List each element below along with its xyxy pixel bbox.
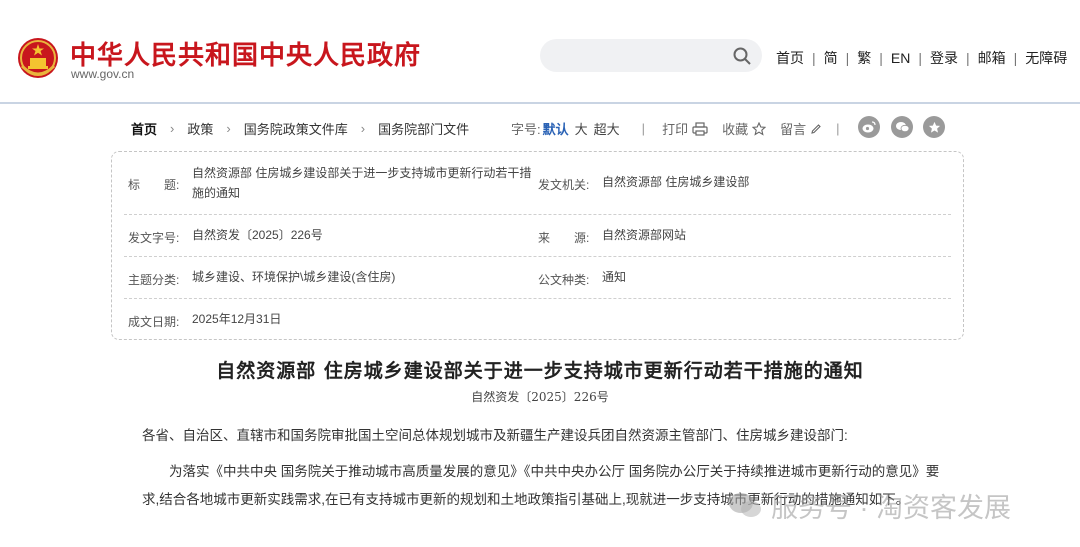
breadcrumb-home[interactable]: 首页 xyxy=(131,119,157,138)
issuer-label: 发文机关: xyxy=(538,178,590,192)
favorite-button[interactable]: 收藏 xyxy=(722,119,767,138)
topic-label: 主题分类: xyxy=(128,273,180,287)
nav-login[interactable]: 登录 xyxy=(930,48,958,68)
nav-divider: | xyxy=(918,50,923,66)
nav-home[interactable]: 首页 xyxy=(776,48,804,68)
nav-traditional[interactable]: 繁 xyxy=(857,48,871,68)
type-label: 公文种类: xyxy=(538,273,590,287)
printer-icon xyxy=(692,121,708,136)
document-number: 自然资发〔2025〕226号 xyxy=(471,390,609,404)
top-nav: 首页 | 简 | 繁 | EN | 登录 | 邮箱 | 无障碍 xyxy=(776,48,1067,68)
chevron-right-icon: › xyxy=(360,121,366,136)
breadcrumb: 首页 › 政策 › 国务院政策文件库 › 国务院部门文件 xyxy=(131,119,469,138)
info-row-docno: 发文字号: 自然资发〔2025〕226号 来 源: 自然资源部网站 xyxy=(124,215,951,257)
info-row-title: 标 题: 自然资源部 住房城乡建设部关于进一步支持城市更新行动若干措施的通知 发… xyxy=(124,158,951,215)
site-header: 中华人民共和国中央人民政府 www.gov.cn 首页 | 简 | 繁 | EN… xyxy=(0,0,1080,104)
comment-button[interactable]: 留言 xyxy=(780,119,822,138)
title-value: 自然资源部 住房城乡建设部关于进一步支持城市更新行动若干措施的通知 xyxy=(192,166,532,200)
nav-mail[interactable]: 邮箱 xyxy=(978,48,1006,68)
font-size-xlarge[interactable]: 超大 xyxy=(594,119,620,138)
date-label: 成文日期: xyxy=(128,315,180,329)
pencil-icon xyxy=(811,123,821,134)
nav-accessibility[interactable]: 无障碍 xyxy=(1025,48,1067,68)
favorite-label: 收藏 xyxy=(722,122,749,137)
document-info-table: 标 题: 自然资源部 住房城乡建设部关于进一步支持城市更新行动若干措施的通知 发… xyxy=(111,151,964,340)
watermark-text: 服务号 · 淘资客发展 xyxy=(771,493,1011,523)
docno-value: 自然资发〔2025〕226号 xyxy=(192,228,323,242)
issuer-value: 自然资源部 住房城乡建设部 xyxy=(602,175,750,189)
docno-label: 发文字号: xyxy=(128,231,180,245)
nav-divider: | xyxy=(1013,50,1018,66)
font-size-label: 字号: xyxy=(511,122,541,137)
wechat-share-icon[interactable] xyxy=(891,116,913,138)
breadcrumb-department-docs[interactable]: 国务院部门文件 xyxy=(378,119,469,138)
topic-value: 城乡建设、环境保护\城乡建设(含住房) xyxy=(192,270,396,284)
print-label: 打印 xyxy=(662,122,689,137)
info-row-topic: 主题分类: 城乡建设、环境保护\城乡建设(含住房) 公文种类: 通知 xyxy=(124,257,951,299)
chevron-right-icon: › xyxy=(170,121,175,136)
nav-english[interactable]: EN xyxy=(891,50,910,66)
type-value: 通知 xyxy=(602,270,627,284)
page-toolbar: 字号: 默认 大 超大 | 打印 收藏 留言 | xyxy=(511,119,858,138)
wechat-watermark-icon xyxy=(729,492,761,517)
source-value: 自然资源部网站 xyxy=(602,228,687,242)
print-button[interactable]: 打印 xyxy=(662,119,708,138)
info-row-date: 成文日期: 2025年12月31日 xyxy=(124,299,951,339)
font-size-large[interactable]: 大 xyxy=(575,119,588,138)
watermark: 服务号 · 淘资客发展 xyxy=(727,486,1011,525)
weibo-share-icon[interactable] xyxy=(858,116,880,138)
search-icon[interactable] xyxy=(732,46,752,66)
breadcrumb-policy[interactable]: 政策 xyxy=(187,119,213,138)
toolbar-divider: | xyxy=(836,121,840,136)
star-share-icon[interactable] xyxy=(923,116,945,138)
document-salutation: 各省、自治区、直辖市和国务院审批国土空间总体规划城市及新疆生产建设兵团自然资源主… xyxy=(142,428,848,443)
date-value: 2025年12月31日 xyxy=(192,312,282,326)
nav-divider: | xyxy=(966,50,970,66)
document-title: 自然资源部 住房城乡建设部关于进一步支持城市更新行动若干措施的通知 xyxy=(216,360,864,382)
source-label: 来 源: xyxy=(538,231,590,245)
nav-divider: | xyxy=(845,50,850,66)
nav-divider: | xyxy=(879,50,883,66)
star-icon xyxy=(752,121,767,136)
comment-label: 留言 xyxy=(780,122,807,137)
font-size-default[interactable]: 默认 xyxy=(543,119,569,138)
title-label: 标 题: xyxy=(128,178,180,192)
chevron-right-icon: › xyxy=(226,121,231,136)
site-url: www.gov.cn xyxy=(71,67,135,81)
national-emblem-icon[interactable] xyxy=(16,36,60,82)
breadcrumb-policy-library[interactable]: 国务院政策文件库 xyxy=(244,119,348,138)
nav-simplified[interactable]: 简 xyxy=(824,48,838,68)
search-input[interactable] xyxy=(540,39,762,72)
toolbar-divider: | xyxy=(641,121,646,136)
nav-divider: | xyxy=(812,50,816,66)
